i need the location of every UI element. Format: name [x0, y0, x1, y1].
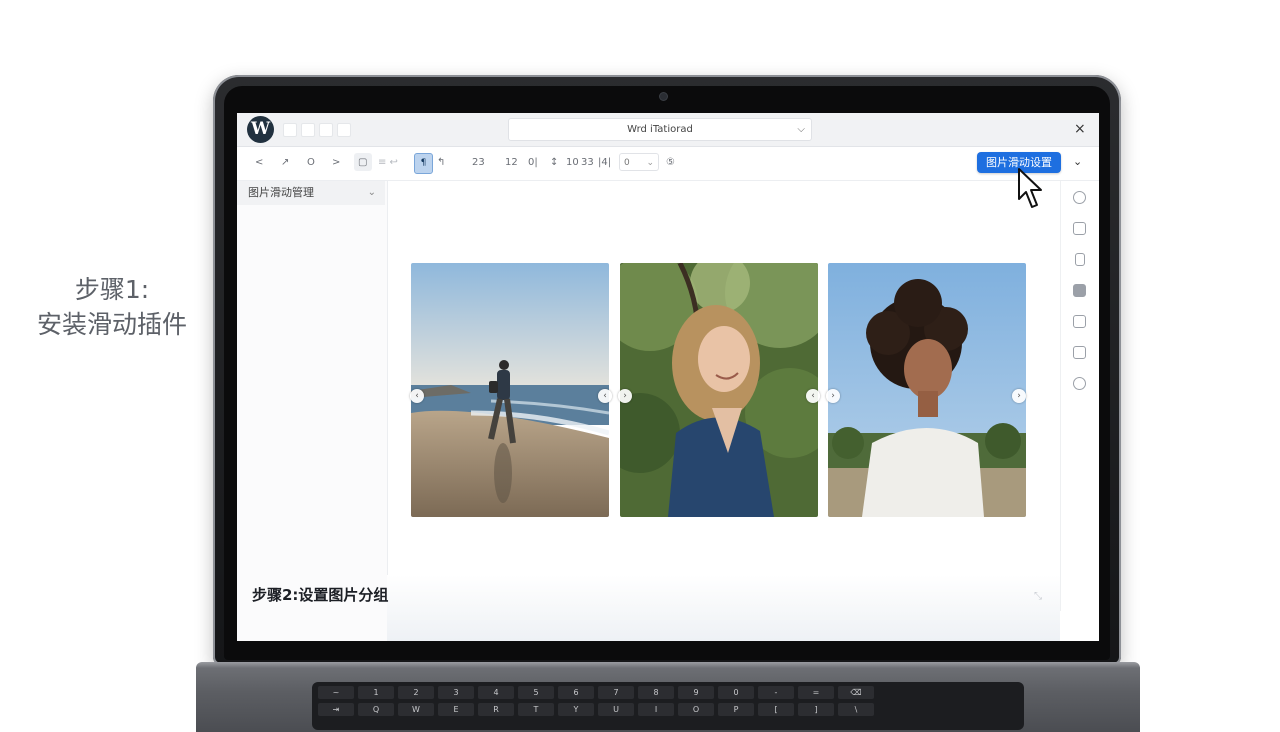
- keyboard-row-numbers: ~1 2 3 4 5 6 7 8 9 0- = ⌫: [318, 686, 874, 699]
- settings-toggle-icon[interactable]: ⑤: [666, 157, 675, 169]
- close-icon[interactable]: ×: [1074, 120, 1086, 138]
- chevron-down-icon: ⌵: [797, 124, 805, 135]
- stepper-icon: ⌄: [646, 158, 654, 168]
- step1-subtitle: 安装滑动插件: [36, 310, 187, 339]
- keyboard-key: Q: [358, 703, 394, 716]
- keyboard-key: 4: [478, 686, 514, 699]
- circle-icon[interactable]: O: [307, 157, 315, 169]
- slider-prev-arrow-icon[interactable]: ‹: [598, 389, 612, 403]
- document-title: Wrd iTatiorad: [627, 124, 693, 135]
- device-icon[interactable]: [1073, 315, 1086, 328]
- step1-title: 步骤1:: [74, 275, 150, 304]
- keyboard-key: -: [758, 686, 794, 699]
- keyboard-key: =: [798, 686, 834, 699]
- keyboard-key: 5: [518, 686, 554, 699]
- keyboard-key: U: [598, 703, 634, 716]
- sidebar-panel-title: 图片滑动管理: [248, 186, 314, 199]
- keyboard-key: T: [518, 703, 554, 716]
- curly-hair-photo: [828, 263, 1026, 517]
- tool-33[interactable]: 33: [581, 157, 594, 169]
- editor-toolbar: < ↗ O > ▢ ≡ ↩ ¶ ↰ 23 12 0| ↕ 10 33 |4| 0…: [237, 147, 1099, 181]
- paragraph-tool-button[interactable]: ¶: [414, 153, 433, 174]
- document-title-select[interactable]: Wrd iTatiorad ⌵: [508, 118, 812, 141]
- tool-23[interactable]: 23: [472, 157, 485, 169]
- settings-icon[interactable]: [1073, 377, 1086, 390]
- slider-next-arrow-icon[interactable]: ›: [826, 389, 840, 403]
- window-tab-icon[interactable]: [283, 123, 297, 137]
- number-field[interactable]: 0 ⌄: [619, 153, 659, 171]
- slider-prev-arrow-icon[interactable]: ‹: [806, 389, 820, 403]
- list-undo-icon[interactable]: ≡ ↩: [378, 157, 398, 169]
- tool-0[interactable]: 0|: [528, 157, 538, 169]
- keyboard-key: R: [478, 703, 514, 716]
- keyboard-key: 6: [558, 686, 594, 699]
- right-icon-rail: [1060, 181, 1099, 611]
- window-tab-icon[interactable]: [301, 123, 315, 137]
- block-icon[interactable]: [1073, 284, 1086, 297]
- window-tab-icon[interactable]: [319, 123, 333, 137]
- number-field-value: 0: [624, 158, 630, 168]
- keyboard-key: 8: [638, 686, 674, 699]
- chevron-down-icon: ⌄: [367, 187, 376, 198]
- block-icon: ▢: [358, 157, 368, 168]
- step2-caption: 步骤2:设置图片分组: [252, 586, 389, 604]
- canvas-footer: [387, 575, 1060, 641]
- beach-walker-photo: [411, 263, 609, 517]
- step1-caption: 步骤1: 安装滑动插件: [22, 272, 202, 342]
- slide-beach-walker[interactable]: [411, 263, 609, 517]
- keyboard-key: ⌫: [838, 686, 874, 699]
- resize-icon[interactable]: ⤡: [1034, 591, 1042, 602]
- smiling-woman-photo: [620, 263, 818, 517]
- keyboard-key: ~: [318, 686, 354, 699]
- keyboard-key: ⇥: [318, 703, 354, 716]
- keyboard-key: P: [718, 703, 754, 716]
- chevron-down-icon[interactable]: ⌄: [1073, 155, 1082, 168]
- keyboard-key: [: [758, 703, 794, 716]
- comment-icon[interactable]: [1073, 191, 1086, 204]
- slide-smiling-woman[interactable]: [620, 263, 818, 517]
- keyboard-key: 7: [598, 686, 634, 699]
- tool-12[interactable]: 12: [505, 157, 518, 169]
- height-icon[interactable]: ↕: [550, 157, 558, 169]
- back-icon[interactable]: <: [255, 157, 263, 169]
- slider-next-arrow-icon[interactable]: ›: [1012, 389, 1026, 403]
- wordpress-logo-icon[interactable]: W: [247, 116, 274, 143]
- window-tab-icon[interactable]: [337, 123, 351, 137]
- keyboard-key: 9: [678, 686, 714, 699]
- keyboard-key: W: [398, 703, 434, 716]
- keyboard-row-letters: ⇥ Q W E R T Y U I O P [] \: [318, 703, 874, 716]
- forward-icon[interactable]: >: [332, 157, 340, 169]
- lock-icon[interactable]: [1073, 346, 1086, 359]
- slide-curly-hair[interactable]: [828, 263, 1026, 517]
- page-icon[interactable]: [1075, 253, 1085, 266]
- keyboard-key: 0: [718, 686, 754, 699]
- redo-icon[interactable]: ↗: [281, 157, 289, 169]
- keyboard-key: 3: [438, 686, 474, 699]
- tool-10[interactable]: 10: [566, 157, 579, 169]
- keyboard-key: \: [838, 703, 874, 716]
- keyboard-key: O: [678, 703, 714, 716]
- title-bar: W Wrd iTatiorad ⌵ ×: [237, 113, 1099, 147]
- keyboard-key: 1: [358, 686, 394, 699]
- mouse-pointer-icon: [1018, 168, 1042, 208]
- sidebar-panel-header[interactable]: 图片滑动管理 ⌄: [237, 181, 385, 205]
- camera-icon: [660, 93, 667, 100]
- slider-next-arrow-icon[interactable]: ›: [618, 389, 632, 403]
- return-icon[interactable]: ↰: [437, 157, 445, 169]
- left-sidebar: 图片滑动管理 ⌄: [237, 181, 388, 641]
- app-screen: W Wrd iTatiorad ⌵ × < ↗ O > ▢ ≡ ↩ ¶ ↰ 23…: [237, 113, 1099, 641]
- keyboard-key: E: [438, 703, 474, 716]
- layers-icon[interactable]: [1073, 222, 1086, 235]
- keyboard-key: I: [638, 703, 674, 716]
- keyboard-key: ]: [798, 703, 834, 716]
- keyboard-key: Y: [558, 703, 594, 716]
- slider-prev-arrow-icon[interactable]: ‹: [410, 389, 424, 403]
- tool-4[interactable]: |4|: [598, 157, 611, 169]
- keyboard-key: 2: [398, 686, 434, 699]
